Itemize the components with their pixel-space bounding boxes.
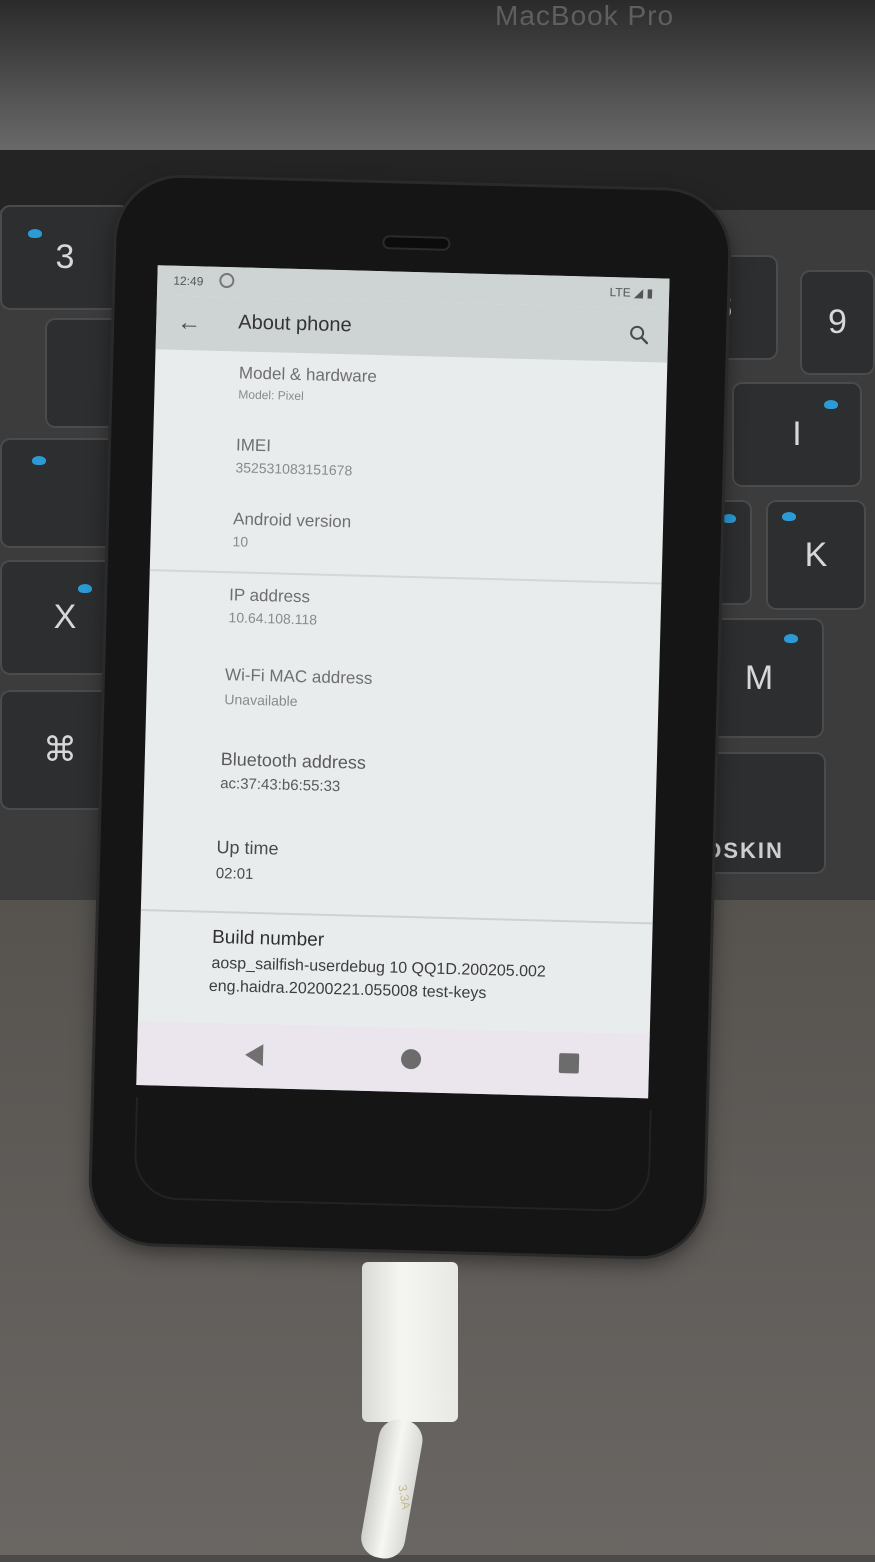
list-item-wifi-mac[interactable]: Wi-Fi MAC address Unavailable [146, 661, 660, 740]
item-title: Bluetooth address [220, 749, 367, 773]
item-value: Model: Pixel [238, 387, 304, 404]
list-item-android-version[interactable]: Android version 10 [150, 505, 663, 580]
item-title: Android version [232, 509, 352, 532]
notification-icon [219, 272, 235, 289]
usb-cable-plug [362, 1262, 458, 1422]
list-item-imei[interactable]: IMEI 352531083151678 [152, 431, 665, 506]
item-title: Build number [211, 926, 325, 951]
item-value: 352531083151678 [235, 459, 353, 479]
item-title: Model & hardware [238, 363, 378, 387]
item-title: Up time [216, 836, 279, 859]
key-k: K [766, 500, 866, 610]
list-item-model-hardware[interactable]: Model & hardware Model: Pixel [154, 359, 667, 434]
key-i: I [732, 382, 862, 487]
item-value: 10 [232, 533, 249, 550]
item-value: aosp_sailfish-userdebug 10 QQ1D.200205.0… [211, 954, 547, 981]
nav-home-icon[interactable] [400, 1048, 422, 1070]
phone: 12:49 LTE ◢ ▮ ← About phone Model & hard… [90, 176, 730, 1258]
item-value: Unavailable [224, 691, 298, 710]
phone-screen: 12:49 LTE ◢ ▮ ← About phone Model & hard… [136, 265, 670, 1099]
arrow-back-icon[interactable]: ← [176, 309, 203, 337]
item-title: IMEI [235, 435, 272, 456]
nav-back-icon[interactable] [244, 1043, 264, 1067]
key-3: 3 [0, 205, 130, 310]
laptop-lid: MacBook Pro [0, 0, 875, 160]
search-icon[interactable] [628, 324, 651, 347]
laptop-brand: MacBook Pro [495, 0, 675, 31]
item-title: IP address [228, 585, 311, 607]
key-9: 9 [800, 270, 875, 375]
list-item-ip-address[interactable]: IP address 10.64.108.118 [148, 581, 662, 660]
nav-bar [136, 1020, 650, 1099]
page-title: About phone [237, 311, 352, 337]
phone-chin [133, 1096, 652, 1213]
list-item-up-time[interactable]: Up time 02:01 [141, 833, 655, 916]
nav-recents-icon[interactable] [558, 1053, 580, 1074]
earpiece [384, 237, 449, 249]
item-value-line-2: eng.haidra.20200221.055008 test-keys [208, 977, 487, 1003]
list-item-bluetooth-address[interactable]: Bluetooth address ac:37:43:b6:55:33 [143, 745, 657, 828]
status-time: 12:49 [173, 273, 204, 289]
status-indicators: LTE ◢ ▮ [609, 285, 654, 301]
item-value: ac:37:43:b6:55:33 [219, 775, 341, 796]
item-value: 10.64.108.118 [228, 609, 318, 628]
item-value: 02:01 [215, 864, 254, 883]
item-title: Wi-Fi MAC address [224, 665, 373, 688]
list-item-build-number[interactable]: Build number aosp_sailfish-userdebug 10 … [138, 923, 652, 1026]
